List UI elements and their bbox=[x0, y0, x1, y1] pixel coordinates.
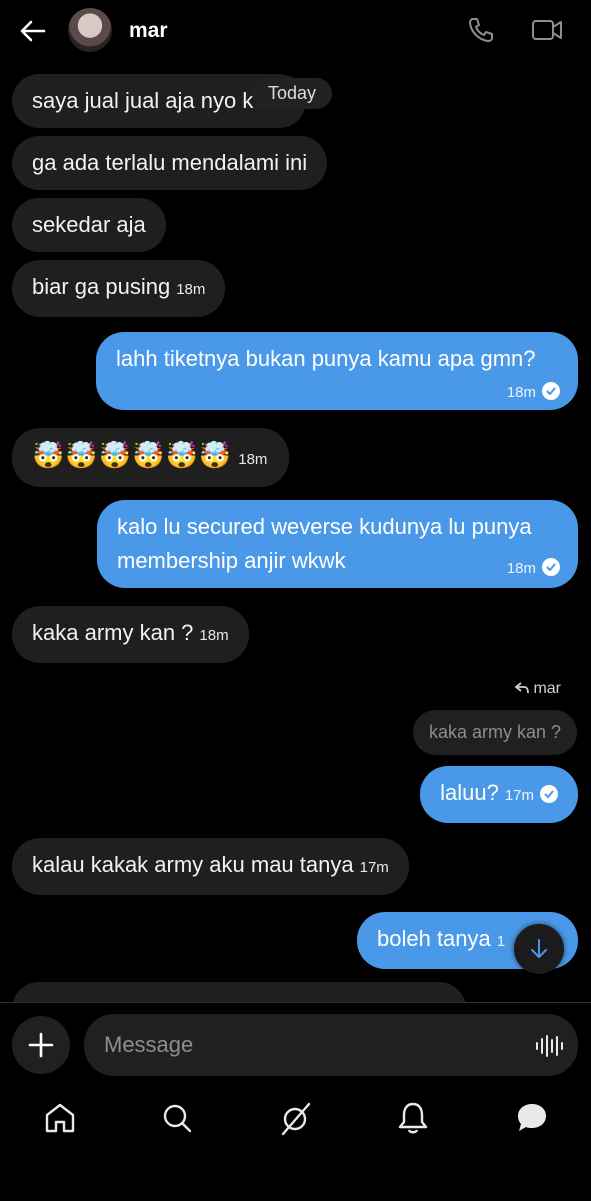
message-text: saya jual jual aja nyo k bbox=[32, 88, 254, 113]
contact-name[interactable]: mar bbox=[129, 19, 168, 43]
search-icon[interactable] bbox=[157, 1098, 197, 1138]
message-incoming-partial[interactable] bbox=[12, 982, 466, 1002]
message-time: 18m bbox=[176, 281, 206, 298]
message-time: 18m bbox=[506, 384, 536, 401]
home-icon[interactable] bbox=[40, 1098, 80, 1138]
message-time: 1 bbox=[496, 933, 506, 950]
message-outgoing[interactable]: kalo lu secured weverse kudunya lu punya… bbox=[97, 500, 578, 588]
message-text: biar ga pusing bbox=[32, 274, 171, 299]
voice-wave-icon[interactable] bbox=[534, 1033, 564, 1059]
date-pill: Today bbox=[252, 78, 333, 109]
message-outgoing[interactable]: lahh tiketnya bukan punya kamu apa gmn? … bbox=[96, 332, 578, 410]
message-time: 17m bbox=[504, 787, 534, 804]
message-text: kalau kakak army aku mau tanya bbox=[32, 852, 354, 877]
message-incoming[interactable]: 🤯🤯🤯🤯🤯🤯 18m bbox=[12, 428, 290, 487]
add-attachment-button[interactable] bbox=[12, 1016, 70, 1074]
message-time: 18m bbox=[238, 451, 268, 468]
message-text: lahh tiketnya bukan punya kamu apa gmn? bbox=[116, 346, 536, 371]
plus-icon bbox=[28, 1032, 54, 1058]
quoted-message[interactable]: kaka army kan ? bbox=[412, 710, 577, 755]
arrow-down-icon bbox=[531, 939, 547, 958]
message-text: laluu? bbox=[440, 780, 499, 805]
notifications-icon[interactable] bbox=[393, 1098, 433, 1138]
phone-icon[interactable] bbox=[466, 15, 496, 45]
message-incoming[interactable]: kaka army kan ? 18m bbox=[12, 606, 249, 663]
conversation-header: mar bbox=[0, 0, 591, 62]
message-time: 18m bbox=[199, 627, 229, 644]
system-bar bbox=[0, 1150, 591, 1200]
message-text-line-2: membership anjir wkwk bbox=[117, 548, 346, 573]
reply-arrow-icon bbox=[514, 682, 529, 694]
scroll-to-bottom-button[interactable] bbox=[514, 924, 564, 974]
reply-to-name: mar bbox=[533, 680, 561, 697]
bottom-navigation bbox=[0, 1098, 591, 1142]
message-text: sekedar aja bbox=[32, 212, 146, 237]
message-text: boleh tanya bbox=[377, 926, 491, 951]
message-input[interactable] bbox=[84, 1014, 578, 1076]
back-arrow-icon[interactable] bbox=[18, 16, 48, 46]
read-check-icon bbox=[542, 382, 560, 400]
message-outgoing[interactable]: laluu? 17m bbox=[420, 766, 578, 823]
message-time: 18m bbox=[506, 560, 536, 577]
read-check-icon bbox=[540, 785, 558, 803]
video-icon[interactable] bbox=[530, 15, 564, 45]
message-text: 🤯🤯🤯🤯🤯🤯 bbox=[32, 440, 233, 470]
message-incoming[interactable]: kalau kakak army aku mau tanya 17m bbox=[12, 838, 409, 895]
grok-icon[interactable] bbox=[275, 1098, 315, 1138]
message-text: kaka army kan ? bbox=[32, 620, 194, 645]
message-incoming[interactable]: sekedar aja bbox=[12, 198, 166, 252]
message-text: ga ada terlalu mendalami ini bbox=[32, 150, 308, 175]
message-incoming[interactable]: biar ga pusing 18m bbox=[12, 260, 226, 317]
message-list[interactable]: saya jual jual aja nyo k Today ga ada te… bbox=[0, 62, 591, 1002]
message-time: 17m bbox=[359, 859, 389, 876]
read-check-icon bbox=[542, 558, 560, 576]
message-text-line-1: kalo lu secured weverse kudunya lu punya bbox=[117, 514, 532, 539]
messages-icon[interactable] bbox=[512, 1098, 552, 1138]
avatar[interactable] bbox=[68, 8, 112, 52]
reply-indicator: mar bbox=[514, 680, 561, 698]
message-incoming[interactable]: ga ada terlalu mendalami ini bbox=[12, 136, 328, 190]
